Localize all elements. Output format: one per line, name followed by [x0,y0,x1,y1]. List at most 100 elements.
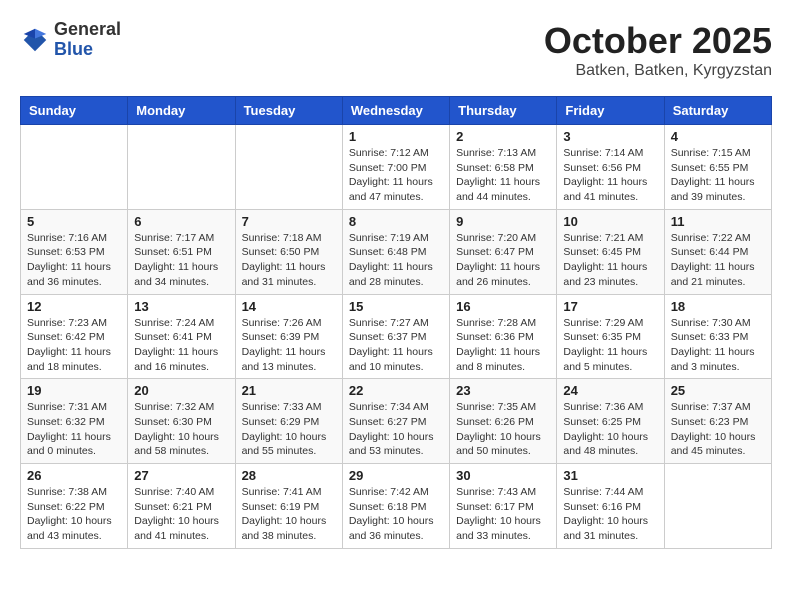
day-number: 22 [349,383,443,398]
day-info: Sunrise: 7:41 AMSunset: 6:19 PMDaylight:… [242,485,336,544]
day-number: 14 [242,299,336,314]
calendar-cell: 24 Sunrise: 7:36 AMSunset: 6:25 PMDayligh… [557,379,664,464]
calendar-cell: 12Sunrise: 7:23 AMSunset: 6:42 PMDayligh… [21,294,128,379]
day-info: Sunrise: 7:38 AMSunset: 6:22 PMDaylight:… [27,485,121,544]
col-sunday: Sunday [21,97,128,125]
calendar-body: 1 Sunrise: 7:12 AMSunset: 7:00 PMDaylight… [21,125,772,549]
logo-text: General Blue [54,20,121,60]
calendar-cell [664,464,771,549]
calendar-cell: 27 Sunrise: 7:40 AMSunset: 6:21 PMDayligh… [128,464,235,549]
weekday-header-row: Sunday Monday Tuesday Wednesday Thursday… [21,97,772,125]
header: General Blue October 2025 Batken, Batken… [20,20,772,80]
day-number: 21 [242,383,336,398]
calendar-cell: 6Sunrise: 7:17 AMSunset: 6:51 PMDaylight… [128,209,235,294]
calendar-cell: 11Sunrise: 7:22 AMSunset: 6:44 PMDayligh… [664,209,771,294]
day-number: 16 [456,299,550,314]
day-info: Sunrise: 7:16 AMSunset: 6:53 PMDaylight:… [27,231,121,290]
calendar-week-4: 19 Sunrise: 7:31 AMSunset: 6:32 PMDayligh… [21,379,772,464]
day-info: Sunrise: 7:17 AMSunset: 6:51 PMDaylight:… [134,231,228,290]
day-number: 5 [27,214,121,229]
calendar-cell: 9Sunrise: 7:20 AMSunset: 6:47 PMDaylight… [450,209,557,294]
calendar-cell: 25Sunrise: 7:37 AMSunset: 6:23 PMDayligh… [664,379,771,464]
day-number: 10 [563,214,657,229]
calendar-cell: 7 Sunrise: 7:18 AMSunset: 6:50 PMDaylight… [235,209,342,294]
day-number: 17 [563,299,657,314]
day-number: 24 [563,383,657,398]
calendar-cell: 31Sunrise: 7:44 AMSunset: 6:16 PMDayligh… [557,464,664,549]
calendar-cell: 10Sunrise: 7:21 AMSunset: 6:45 PMDayligh… [557,209,664,294]
calendar-week-3: 12Sunrise: 7:23 AMSunset: 6:42 PMDayligh… [21,294,772,379]
calendar-cell: 28 Sunrise: 7:41 AMSunset: 6:19 PMDayligh… [235,464,342,549]
calendar-cell: 16Sunrise: 7:28 AMSunset: 6:36 PMDayligh… [450,294,557,379]
calendar-cell: 4 Sunrise: 7:15 AMSunset: 6:55 PMDaylight… [664,125,771,210]
calendar-cell [235,125,342,210]
day-number: 20 [134,383,228,398]
day-number: 3 [563,129,657,144]
calendar-cell: 13 Sunrise: 7:24 AMSunset: 6:41 PMDayligh… [128,294,235,379]
calendar-cell [128,125,235,210]
day-number: 29 [349,468,443,483]
day-info: Sunrise: 7:36 AMSunset: 6:25 PMDaylight:… [563,400,657,459]
day-info: Sunrise: 7:34 AMSunset: 6:27 PMDaylight:… [349,400,443,459]
day-number: 7 [242,214,336,229]
calendar-week-2: 5 Sunrise: 7:16 AMSunset: 6:53 PMDaylight… [21,209,772,294]
calendar-cell [21,125,128,210]
day-info: Sunrise: 7:40 AMSunset: 6:21 PMDaylight:… [134,485,228,544]
day-number: 4 [671,129,765,144]
day-number: 30 [456,468,550,483]
day-info: Sunrise: 7:22 AMSunset: 6:44 PMDaylight:… [671,231,765,290]
day-number: 23 [456,383,550,398]
day-number: 28 [242,468,336,483]
day-info: Sunrise: 7:12 AMSunset: 7:00 PMDaylight:… [349,146,443,205]
calendar-cell: 23 Sunrise: 7:35 AMSunset: 6:26 PMDayligh… [450,379,557,464]
calendar-cell: 17 Sunrise: 7:29 AMSunset: 6:35 PMDayligh… [557,294,664,379]
day-info: Sunrise: 7:13 AMSunset: 6:58 PMDaylight:… [456,146,550,205]
day-info: Sunrise: 7:33 AMSunset: 6:29 PMDaylight:… [242,400,336,459]
day-number: 13 [134,299,228,314]
day-number: 8 [349,214,443,229]
day-info: Sunrise: 7:26 AMSunset: 6:39 PMDaylight:… [242,316,336,375]
calendar-cell: 5 Sunrise: 7:16 AMSunset: 6:53 PMDaylight… [21,209,128,294]
day-info: Sunrise: 7:29 AMSunset: 6:35 PMDaylight:… [563,316,657,375]
location: Batken, Batken, Kyrgyzstan [544,62,772,80]
day-info: Sunrise: 7:14 AMSunset: 6:56 PMDaylight:… [563,146,657,205]
logo-general-text: General [54,20,121,40]
calendar-week-1: 1 Sunrise: 7:12 AMSunset: 7:00 PMDaylight… [21,125,772,210]
calendar-cell: 18 Sunrise: 7:30 AMSunset: 6:33 PMDayligh… [664,294,771,379]
day-number: 1 [349,129,443,144]
calendar-table: Sunday Monday Tuesday Wednesday Thursday… [20,96,772,549]
col-thursday: Thursday [450,97,557,125]
day-info: Sunrise: 7:32 AMSunset: 6:30 PMDaylight:… [134,400,228,459]
title-block: October 2025 Batken, Batken, Kyrgyzstan [544,20,772,80]
day-info: Sunrise: 7:30 AMSunset: 6:33 PMDaylight:… [671,316,765,375]
day-number: 27 [134,468,228,483]
calendar-cell: 3 Sunrise: 7:14 AMSunset: 6:56 PMDaylight… [557,125,664,210]
calendar-cell: 20 Sunrise: 7:32 AMSunset: 6:30 PMDayligh… [128,379,235,464]
logo: General Blue [20,20,121,60]
page: General Blue October 2025 Batken, Batken… [0,0,792,612]
col-saturday: Saturday [664,97,771,125]
day-info: Sunrise: 7:15 AMSunset: 6:55 PMDaylight:… [671,146,765,205]
day-info: Sunrise: 7:27 AMSunset: 6:37 PMDaylight:… [349,316,443,375]
col-wednesday: Wednesday [342,97,449,125]
calendar-cell: 19 Sunrise: 7:31 AMSunset: 6:32 PMDayligh… [21,379,128,464]
day-info: Sunrise: 7:37 AMSunset: 6:23 PMDaylight:… [671,400,765,459]
day-info: Sunrise: 7:23 AMSunset: 6:42 PMDaylight:… [27,316,121,375]
day-number: 15 [349,299,443,314]
calendar-week-5: 26Sunrise: 7:38 AMSunset: 6:22 PMDayligh… [21,464,772,549]
day-info: Sunrise: 7:44 AMSunset: 6:16 PMDaylight:… [563,485,657,544]
col-monday: Monday [128,97,235,125]
day-info: Sunrise: 7:31 AMSunset: 6:32 PMDaylight:… [27,400,121,459]
col-friday: Friday [557,97,664,125]
day-info: Sunrise: 7:18 AMSunset: 6:50 PMDaylight:… [242,231,336,290]
logo-icon [20,25,50,55]
day-number: 18 [671,299,765,314]
day-number: 2 [456,129,550,144]
day-number: 19 [27,383,121,398]
day-info: Sunrise: 7:24 AMSunset: 6:41 PMDaylight:… [134,316,228,375]
day-info: Sunrise: 7:35 AMSunset: 6:26 PMDaylight:… [456,400,550,459]
day-info: Sunrise: 7:43 AMSunset: 6:17 PMDaylight:… [456,485,550,544]
calendar-cell: 26Sunrise: 7:38 AMSunset: 6:22 PMDayligh… [21,464,128,549]
month-title: October 2025 [544,20,772,62]
calendar-cell: 21 Sunrise: 7:33 AMSunset: 6:29 PMDayligh… [235,379,342,464]
